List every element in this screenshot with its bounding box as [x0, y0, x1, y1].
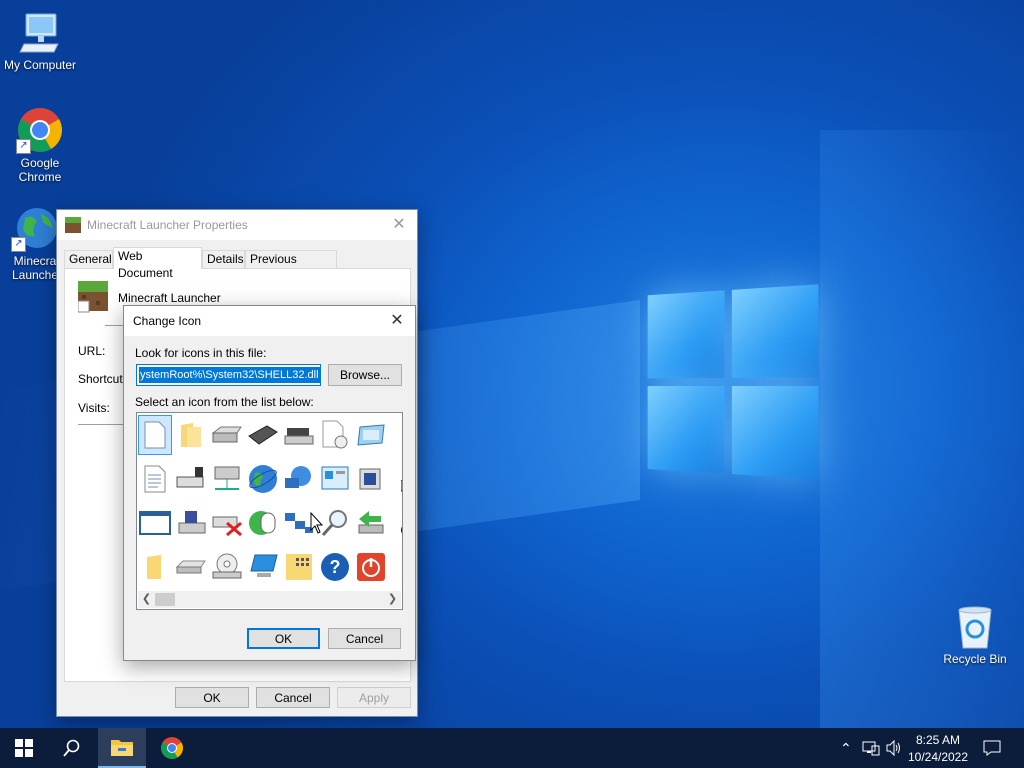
folder-closed-icon[interactable] — [138, 547, 172, 587]
change-icon-title-bar[interactable]: Change Icon ✕ — [124, 306, 415, 336]
desktop-icon-my-computer[interactable]: My Computer — [0, 8, 80, 72]
ok-button[interactable]: OK — [175, 687, 249, 708]
shortcut-overlay-icon[interactable] — [390, 459, 402, 499]
network-drive-icon[interactable] — [210, 459, 244, 499]
cancel-button[interactable]: Cancel — [328, 628, 401, 649]
browse-button[interactable]: Browse... — [328, 364, 402, 386]
look-for-icons-label: Look for icons in this file: — [135, 346, 267, 360]
globe-icon: ↗ — [11, 204, 59, 252]
svg-text:?: ? — [330, 557, 341, 577]
green-arrow-drive-icon[interactable] — [354, 503, 388, 543]
computer-icon — [16, 8, 64, 56]
desktop-icon-google-chrome[interactable]: ↗ Google Chrome — [0, 106, 80, 184]
taskbar: ⌃ 8:25 AM 10/24/2022 — [0, 728, 1024, 768]
icon-file-input[interactable]: ystemRoot%\System32\SHELL32.dll — [136, 364, 321, 386]
partial-icon-4[interactable] — [390, 547, 402, 587]
folder-icon[interactable] — [174, 415, 208, 455]
scroll-left-icon[interactable]: ❮ — [138, 591, 155, 608]
windows-logo-wallpaper — [647, 284, 823, 486]
start-button[interactable] — [0, 728, 48, 768]
tab-general[interactable]: General — [64, 250, 113, 268]
floppy-save-icon[interactable] — [174, 503, 208, 543]
monitor-icon[interactable] — [246, 547, 280, 587]
disconnected-drive-icon[interactable] — [210, 503, 244, 543]
control-panel-icon[interactable] — [318, 459, 352, 499]
folder-grid-icon[interactable] — [282, 547, 316, 587]
desktop-icon-recycle-bin[interactable]: Recycle Bin — [935, 602, 1015, 666]
text-document-icon[interactable] — [138, 459, 172, 499]
power-icon[interactable] — [354, 547, 388, 587]
network-globe-icon[interactable] — [282, 459, 316, 499]
close-icon[interactable]: ✕ — [387, 310, 407, 330]
ok-button[interactable]: OK — [247, 628, 320, 649]
apply-button[interactable]: Apply — [337, 687, 411, 708]
notification-icon[interactable] — [983, 740, 1001, 756]
scroll-right-icon[interactable]: ❯ — [384, 591, 401, 608]
shortcut-arrow-icon: ↗ — [16, 139, 31, 154]
partial-disc-icon[interactable] — [390, 503, 402, 543]
globe-mouse-icon[interactable] — [246, 503, 280, 543]
chrome-icon: ↗ — [16, 106, 64, 154]
printer-network-icon[interactable] — [174, 459, 208, 499]
drive-icon[interactable] — [282, 415, 316, 455]
url-label: URL: — [78, 344, 106, 358]
internet-globe-icon[interactable] — [246, 459, 280, 499]
document-clock-icon[interactable] — [318, 415, 352, 455]
network-icon[interactable] — [862, 740, 880, 756]
minecraft-grass-block-icon — [65, 217, 81, 233]
hard-drive-icon[interactable] — [174, 547, 208, 587]
tab-previous-versions[interactable]: Previous Versions — [245, 250, 337, 283]
clock[interactable]: 8:25 AM 10/24/2022 — [906, 733, 970, 764]
volume-icon[interactable] — [886, 740, 902, 756]
partial-icon[interactable] — [390, 415, 402, 455]
chrome-icon — [161, 737, 183, 759]
chevron-up-icon[interactable]: ⌃ — [840, 740, 852, 757]
cancel-button[interactable]: Cancel — [256, 687, 330, 708]
search-button[interactable] — [48, 728, 96, 768]
change-icon-dialog: Change Icon ✕ Look for icons in this fil… — [123, 305, 416, 661]
close-icon[interactable]: ✕ — [389, 214, 409, 234]
chrome-taskbar-button[interactable] — [148, 728, 196, 768]
shortcut-arrow-icon: ↗ — [11, 237, 26, 252]
blank-document-icon[interactable] — [138, 415, 172, 455]
select-icon-label: Select an icon from the list below: — [135, 395, 314, 409]
properties-title-bar[interactable]: Minecraft Launcher Properties ✕ — [57, 210, 417, 240]
app-name-label: Minecraft Launcher — [118, 291, 221, 305]
minecraft-app-icon — [78, 281, 108, 313]
window-frame-icon[interactable] — [354, 415, 388, 455]
application-window-icon[interactable] — [138, 503, 172, 543]
recycle-bin-icon — [951, 602, 999, 650]
folder-icon — [111, 740, 133, 756]
search-icon — [63, 739, 80, 757]
mouse-cursor-icon — [310, 512, 324, 534]
help-question-icon[interactable]: ? — [318, 547, 352, 587]
speaker-app-icon[interactable] — [354, 459, 388, 499]
tab-details[interactable]: Details — [202, 250, 245, 268]
visits-label: Visits: — [78, 401, 110, 415]
floppy-drive-icon[interactable] — [210, 415, 244, 455]
horizontal-scrollbar[interactable]: ❮ ❯ — [138, 591, 401, 608]
cd-drive-icon[interactable] — [210, 547, 244, 587]
windows-start-icon — [15, 739, 33, 757]
file-explorer-button[interactable] — [98, 728, 146, 768]
scroll-thumb[interactable] — [155, 593, 175, 606]
icon-list[interactable]: ? ❮ ❯ — [136, 412, 403, 610]
memory-chip-icon[interactable] — [246, 415, 280, 455]
tab-web-document[interactable]: Web Document — [113, 247, 202, 280]
